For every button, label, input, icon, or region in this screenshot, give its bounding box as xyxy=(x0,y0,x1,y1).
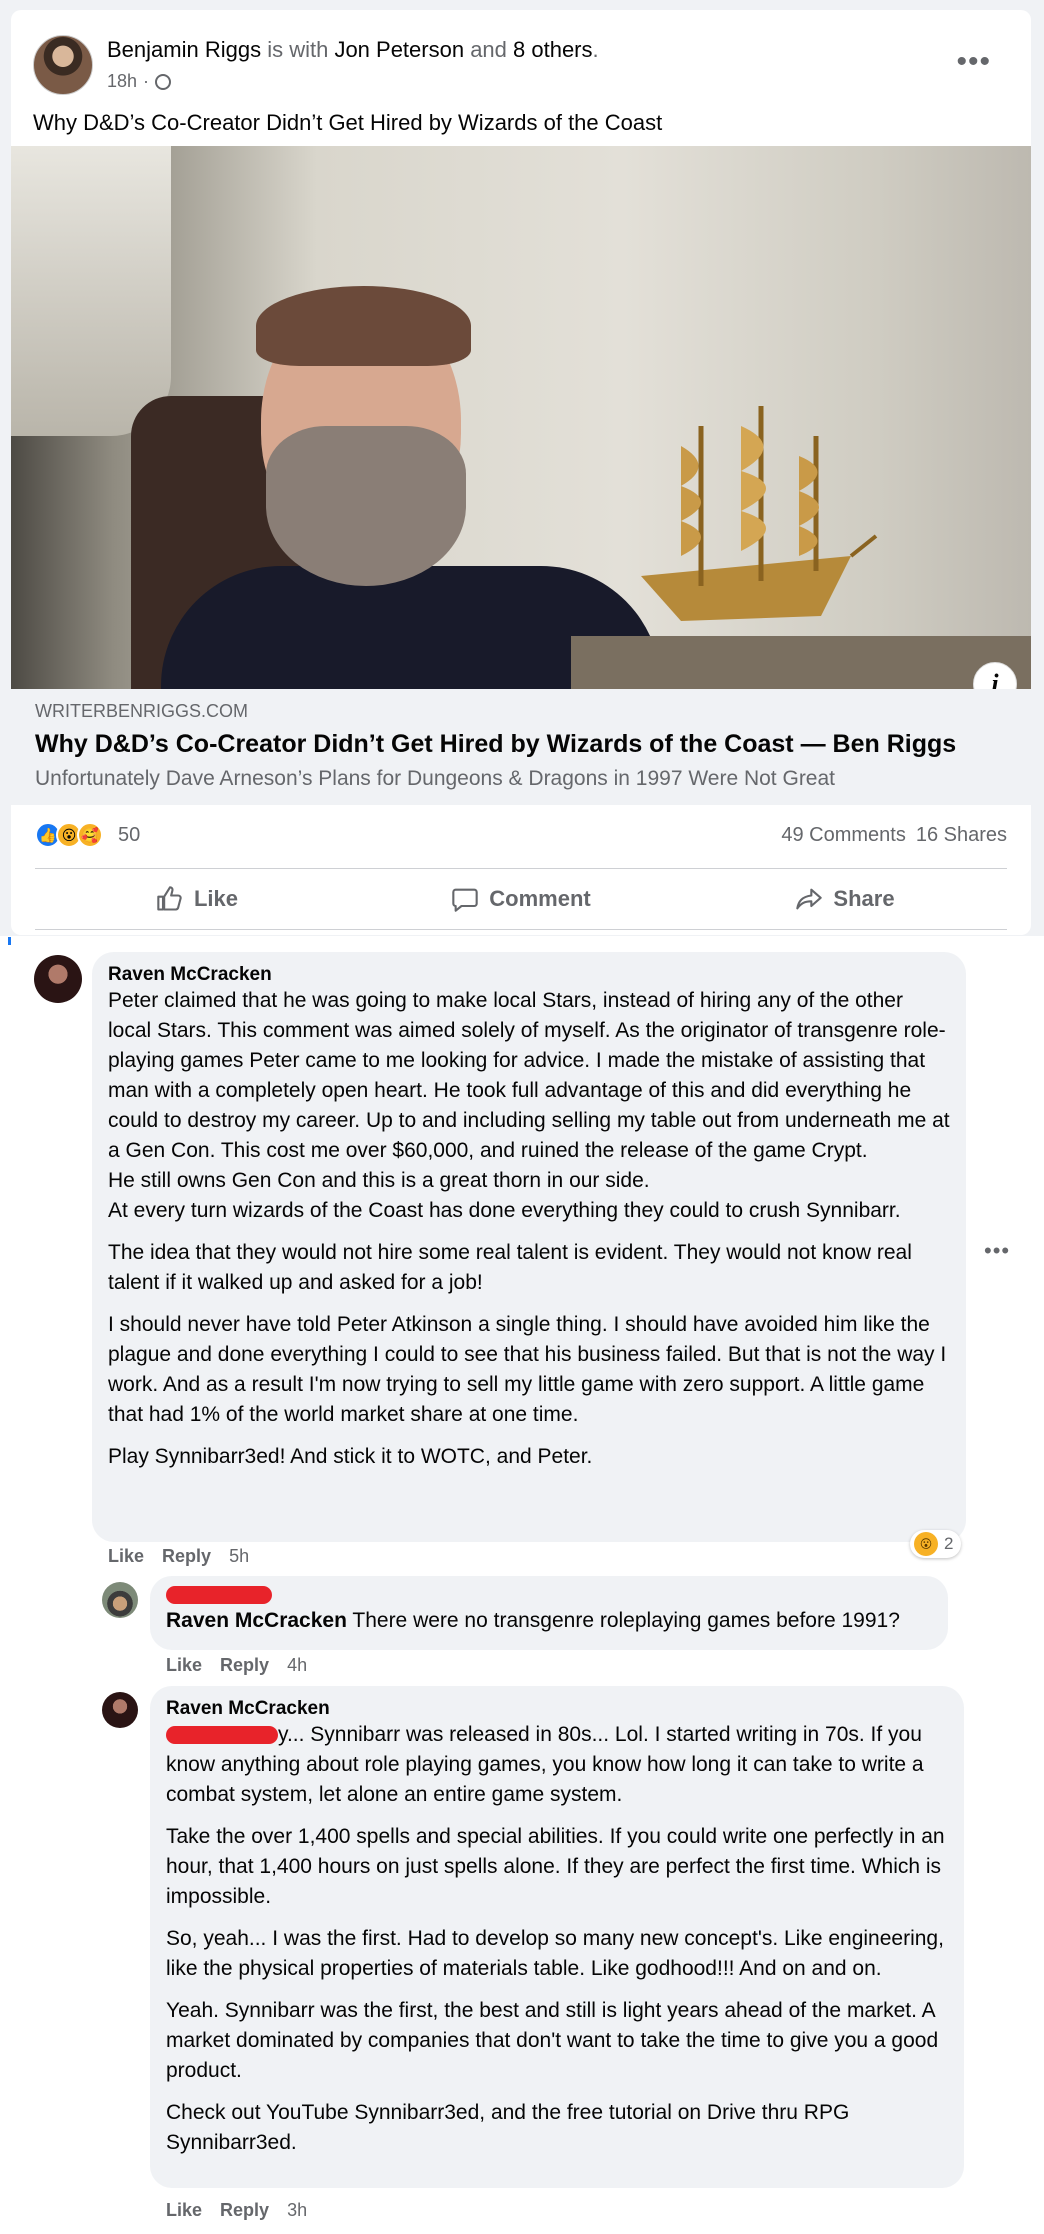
comment-reaction-count: 2 xyxy=(944,1534,954,1553)
comment-button[interactable]: Comment xyxy=(359,869,683,929)
reply-like-button[interactable]: Like xyxy=(166,1655,202,1676)
redacted-mention xyxy=(166,1726,278,1745)
globe-icon xyxy=(155,73,172,90)
link-subtitle: Unfortunately Dave Arneson’s Plans for D… xyxy=(35,767,835,790)
reply-like-button[interactable]: Like xyxy=(166,2200,202,2221)
reply-body: There were no transgenre roleplaying gam… xyxy=(346,1609,900,1632)
post-meta: 18h · xyxy=(107,71,172,92)
reply-paragraph: Take the over 1,400 spells and special a… xyxy=(166,1825,945,1908)
scroll-marker xyxy=(8,937,11,945)
shares-count[interactable]: 16 Shares xyxy=(916,824,1007,847)
like-label: Like xyxy=(193,886,239,911)
post-card: Benjamin Riggs is with Jon Peterson and … xyxy=(11,10,1031,935)
reply-actions: Like Reply 3h xyxy=(166,2200,307,2221)
reply-paragraph-text: y... Synnibarr was released in 80s... Lo… xyxy=(166,1723,924,1806)
author-avatar[interactable] xyxy=(33,35,93,95)
with-text: is with xyxy=(261,37,335,62)
share-arrow-icon xyxy=(796,888,823,910)
link-preview-info[interactable]: WRITERBENRIGGS.COM Why D&D’s Co-Creator … xyxy=(11,689,1031,805)
post-header: Benjamin Riggs is with Jon Peterson and … xyxy=(33,25,1009,95)
thumbs-up-icon xyxy=(157,886,182,911)
link-preview-image[interactable]: i xyxy=(11,146,1031,689)
more-dots-icon[interactable]: ••• xyxy=(956,47,991,77)
share-label: Share xyxy=(833,886,895,911)
reply-avatar[interactable] xyxy=(102,1582,138,1618)
post-actions: Like Comment Share xyxy=(35,868,1007,930)
tagged-user[interactable]: Jon Peterson xyxy=(334,37,464,62)
reaction-summary[interactable]: 👍 😮 🥰 50 xyxy=(35,822,140,848)
ship-model-icon xyxy=(641,406,878,621)
reply-text: Raven McCracken There were no transgenre… xyxy=(166,1606,932,1636)
reply-paragraph: y... Synnibarr was released in 80s... Lo… xyxy=(166,1720,948,1810)
comment-more-icon[interactable]: ••• xyxy=(984,1238,1010,1264)
reply-avatar[interactable] xyxy=(102,1692,138,1728)
comment-actions: Like Reply 5h xyxy=(108,1546,249,1567)
care-reaction-icon: 🥰 xyxy=(77,822,103,848)
reply-reply-button[interactable]: Reply xyxy=(220,1655,269,1676)
link-domain: WRITERBENRIGGS.COM xyxy=(35,701,249,721)
commenter-name[interactable]: Raven McCracken xyxy=(108,964,950,986)
comment-paragraph: He still owns Gen Con and this is a grea… xyxy=(108,1169,650,1192)
wow-reaction-icon: 😮 xyxy=(914,1532,938,1556)
link-title: Why D&D’s Co-Creator Didn’t Get Hired by… xyxy=(35,730,957,758)
reply-actions: Like Reply 4h xyxy=(166,1655,307,1676)
comments-count[interactable]: 49 Comments xyxy=(781,824,906,847)
comment-paragraph: Play Synnibarr3ed! And stick it to WOTC,… xyxy=(108,1445,593,1468)
comment-paragraph: I should never have told Peter Atkinson … xyxy=(108,1313,947,1426)
period-text: . xyxy=(592,37,599,62)
comment-reply-button[interactable]: Reply xyxy=(162,1546,211,1567)
comment-paragraph: The idea that they would not hire some r… xyxy=(108,1241,912,1294)
share-button[interactable]: Share xyxy=(683,869,1007,929)
stats-right: 49 Comments 16 Shares xyxy=(781,824,1007,847)
reply-reply-button[interactable]: Reply xyxy=(220,2200,269,2221)
commenter-avatar[interactable] xyxy=(34,955,82,1003)
reply-time[interactable]: 4h xyxy=(287,1655,307,1676)
reply-bubble: Raven McCracken y... Synnibarr was relea… xyxy=(150,1686,964,2188)
author-name[interactable]: Benjamin Riggs xyxy=(107,37,261,62)
reaction-count: 50 xyxy=(118,823,141,846)
comment-bubble: Raven McCracken Peter claimed that he wa… xyxy=(92,952,966,1542)
meta-dot: · xyxy=(143,71,150,91)
others-link[interactable]: 8 others xyxy=(513,37,593,62)
and-text: and xyxy=(464,37,514,62)
reply-paragraph: Yeah. Synnibarr was the first, the best … xyxy=(166,1999,939,2082)
post-text: Why D&D’s Co-Creator Didn’t Get Hired by… xyxy=(33,110,663,135)
mention-link[interactable]: Raven McCracken xyxy=(166,1609,347,1632)
replier-name[interactable]: Raven McCracken xyxy=(166,1698,948,1720)
photo-lamp xyxy=(11,146,171,436)
post-stats: 👍 😮 🥰 50 49 Comments 16 Shares xyxy=(35,810,1007,860)
comment-reaction-badge[interactable]: 😮 2 xyxy=(910,1530,962,1558)
comment-paragraph: At every turn wizards of the Coast has d… xyxy=(108,1199,901,1222)
redacted-name xyxy=(166,1586,932,1606)
comment-label: Comment xyxy=(489,886,591,911)
comment-time[interactable]: 5h xyxy=(229,1546,249,1567)
comment-like-button[interactable]: Like xyxy=(108,1546,144,1567)
comment-paragraph: Peter claimed that he was going to make … xyxy=(108,989,950,1162)
photo-beard xyxy=(266,426,466,586)
comment-bubble-icon xyxy=(452,888,478,912)
reply-bubble: Raven McCracken There were no transgenre… xyxy=(150,1576,948,1650)
reply-time[interactable]: 3h xyxy=(287,2200,307,2221)
post-time[interactable]: 18h xyxy=(107,71,137,92)
reply-paragraph: Check out YouTube Synnibarr3ed, and the … xyxy=(166,2101,850,2154)
like-button[interactable]: Like xyxy=(35,869,359,929)
author-line: Benjamin Riggs is with Jon Peterson and … xyxy=(107,37,599,63)
photo-hair xyxy=(256,286,471,366)
reply-paragraph: So, yeah... I was the first. Had to deve… xyxy=(166,1927,944,1980)
